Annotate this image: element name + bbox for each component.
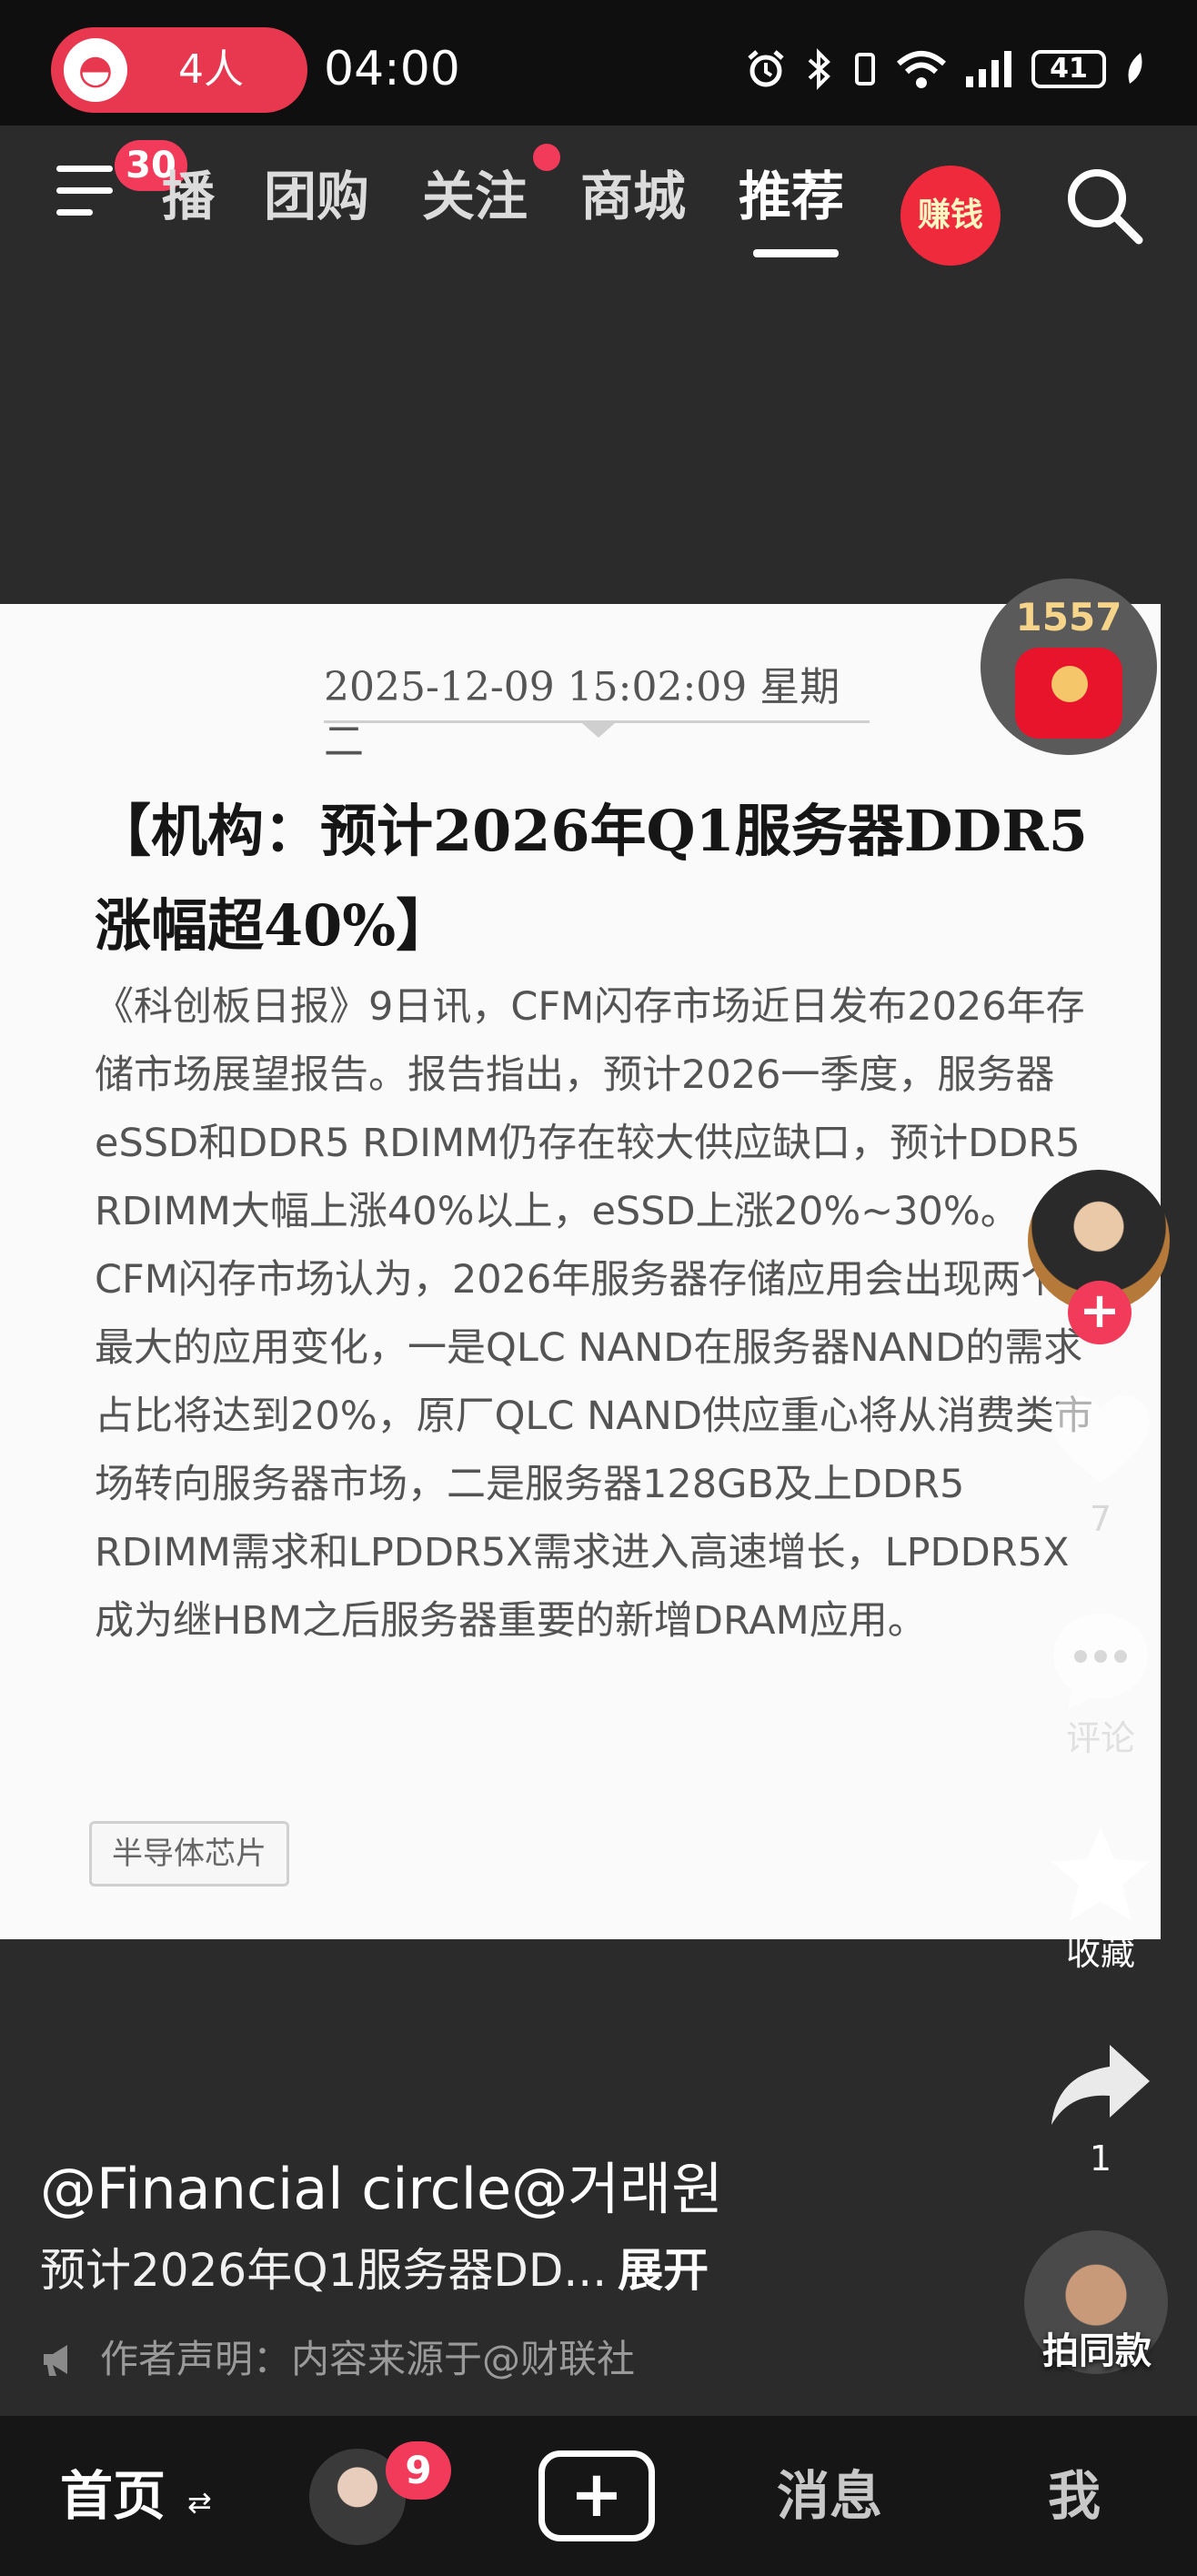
- tab-live[interactable]: 播: [162, 160, 215, 233]
- nav-me[interactable]: 我: [1048, 2461, 1101, 2531]
- leaf-icon: [1128, 53, 1142, 84]
- author-name[interactable]: @Financial circle@거래원: [40, 2154, 723, 2225]
- news-date: 2025-12-09 15:02:09 星期二: [324, 664, 840, 765]
- vibrate-icon: [855, 53, 875, 86]
- nav-message[interactable]: 消息: [777, 2461, 882, 2531]
- follow-plus-icon[interactable]: +: [1068, 1281, 1132, 1344]
- live-logo-icon: ◓: [64, 38, 127, 102]
- expand-button[interactable]: 展开: [618, 2244, 709, 2297]
- news-card[interactable]: 2025-12-09 15:02:09 星期二 【机构：预计2026年Q1服务器…: [0, 604, 1161, 1939]
- live-room-pill[interactable]: ◓ 4人: [51, 27, 307, 113]
- switch-arrows-icon[interactable]: ⇄: [187, 2485, 212, 2520]
- friend-badge: 9: [386, 2441, 451, 2500]
- news-title: 【机构：预计2026年Q1服务器DDR5涨幅超40%】: [95, 798, 1088, 959]
- megaphone-icon: [44, 2345, 67, 2376]
- heart-icon[interactable]: [1046, 1392, 1155, 1492]
- clock: 04:00: [324, 42, 460, 96]
- share-arrow-icon[interactable]: [1046, 2039, 1155, 2130]
- alarm-icon: [748, 50, 784, 87]
- declaration-text: 作者声明：内容来源于@财联社: [100, 2337, 636, 2381]
- favorite-label: 收藏: [1065, 1933, 1135, 1973]
- comment-label: 评论: [1065, 1718, 1135, 1758]
- gold-coin-icon: [1051, 666, 1088, 702]
- following-notification-dot: [533, 144, 560, 171]
- comment-icon[interactable]: [1046, 1606, 1155, 1716]
- date-divider-caret: [582, 723, 615, 738]
- red-packet-count: 1557: [1015, 595, 1122, 639]
- news-body: 《科创板日报》9日讯，CFM闪存市场近日发布2026年存储市场展望报告。报告指出…: [95, 984, 1093, 1644]
- earn-money-icon[interactable]: 赚钱: [900, 166, 1001, 266]
- same-style-label[interactable]: 拍同款: [1008, 2329, 1186, 2374]
- live-viewer-count: 4人: [178, 46, 244, 93]
- share-count: 1: [1089, 2138, 1112, 2179]
- red-packet-widget[interactable]: 1557: [981, 579, 1157, 755]
- top-nav: 30 播 团购 关注 商城 推荐 赚钱: [0, 126, 1197, 271]
- battery-icon: 41: [1031, 50, 1106, 88]
- star-icon[interactable]: [1046, 1823, 1155, 1927]
- wifi-icon: [897, 51, 946, 88]
- tab-recommended[interactable]: 推荐: [739, 160, 844, 233]
- signal-icon: [966, 51, 1011, 87]
- caption-text: 预计2026年Q1服务器DD...: [40, 2244, 608, 2297]
- publish-plus-icon[interactable]: +: [538, 2450, 655, 2541]
- status-bar: ◓ 4人 04:00 41: [0, 0, 1197, 126]
- tab-mall[interactable]: 商城: [580, 160, 686, 233]
- bluetooth-icon: [808, 48, 830, 90]
- status-icons: 41: [744, 44, 1146, 95]
- bottom-nav: 首页 ⇄ 9 + 消息 我: [0, 2416, 1197, 2576]
- like-count: 7: [1089, 1499, 1112, 1539]
- nav-home[interactable]: 首页: [60, 2461, 166, 2531]
- author-declaration: 作者声明：内容来源于@财联社: [40, 2334, 635, 2385]
- tab-following[interactable]: 关注: [422, 160, 528, 233]
- menu-icon[interactable]: [56, 166, 120, 220]
- news-tag[interactable]: 半导体芯片: [89, 1821, 289, 1887]
- search-icon[interactable]: [1062, 164, 1144, 246]
- video-caption: 预计2026年Q1服务器DD... 展开: [40, 2241, 709, 2299]
- active-tab-indicator: [753, 249, 839, 257]
- tab-group-buy[interactable]: 团购: [264, 160, 369, 233]
